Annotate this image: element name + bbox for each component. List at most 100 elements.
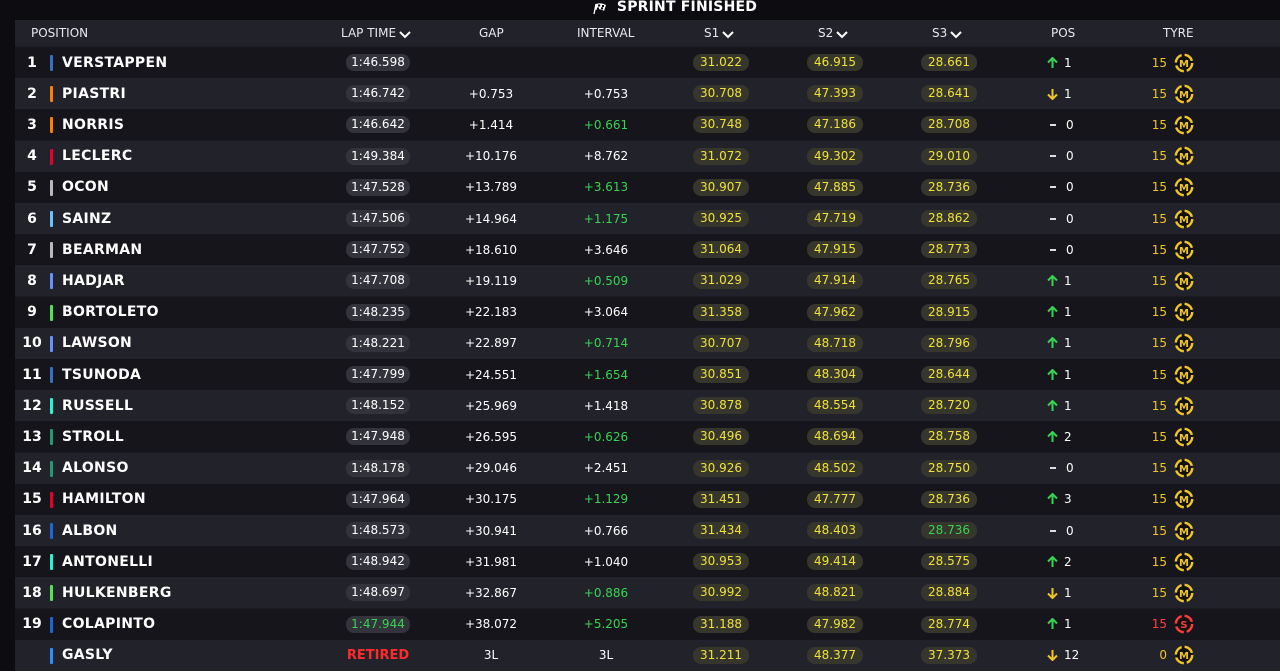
table-row[interactable]: 14 ALONSO 1:48.178 +29.046 +2.451 30.926… [15, 452, 1280, 484]
team-color-bar [50, 304, 53, 321]
positions-change: 2 [1047, 546, 1087, 577]
tyre-laps: 15 [1151, 305, 1167, 320]
medium-tyre-icon: M [1174, 365, 1194, 384]
sector3-value: 28.774 [921, 615, 977, 633]
interval-value: +0.661 [583, 117, 629, 132]
driver-name[interactable]: RUSSELL [62, 390, 133, 421]
team-color-bar [50, 554, 53, 571]
arrow-up-icon [1047, 274, 1058, 286]
driver-name[interactable]: SAINZ [62, 203, 112, 234]
table-row[interactable]: 13 STROLL 1:47.948 +26.595 +0.626 30.496… [15, 421, 1280, 453]
sector3-cell: 29.010 [919, 141, 979, 172]
driver-name[interactable]: BEARMAN [62, 234, 142, 265]
session-title: SPRINT FINISHED [616, 0, 758, 15]
header-interval[interactable]: INTERVAL [577, 26, 634, 40]
driver-name[interactable]: ALONSO [62, 453, 129, 484]
table-row[interactable]: 6 SAINZ 1:47.506 +14.964 +1.175 30.925 4… [15, 203, 1280, 234]
header-position[interactable]: POSITION [31, 26, 88, 40]
table-row[interactable]: 4 LECLERC 1:49.384 +10.176 +8.762 31.072… [15, 140, 1280, 172]
table-row[interactable]: 11 TSUNODA 1:47.799 +24.551 +1.654 30.85… [15, 359, 1280, 390]
sector2-cell: 48.502 [805, 453, 865, 484]
table-row[interactable]: 5 OCON 1:47.528 +13.789 +3.613 30.907 47… [15, 171, 1280, 203]
driver-name[interactable]: LAWSON [62, 328, 132, 359]
sector3-cell: 37.373 [919, 640, 979, 671]
driver-name[interactable]: TSUNODA [62, 359, 141, 390]
team-color-bar [50, 211, 53, 227]
session-status-bar: SPRINT FINISHED [0, 0, 1280, 18]
sector2-value: 46.915 [807, 54, 863, 71]
tyre-cell: 15 S [1145, 609, 1205, 640]
position-number: 4 [27, 148, 37, 165]
sector2-value: 48.304 [807, 366, 863, 383]
header-s2[interactable]: S2 [818, 26, 848, 40]
positions-change: 0 [1047, 515, 1087, 546]
positions-change: 1 [1047, 328, 1087, 359]
driver-name[interactable]: HADJAR [62, 265, 125, 296]
svg-text:M: M [1179, 308, 1189, 319]
tyre-laps: 15 [1151, 398, 1167, 413]
driver-name[interactable]: PIASTRI [62, 78, 126, 109]
lap-time-value: 1:47.752 [346, 241, 410, 259]
lap-time-value: 1:47.944 [346, 615, 410, 633]
table-row[interactable]: 7 BEARMAN 1:47.752 +18.610 +3.646 31.064… [15, 234, 1280, 266]
positions-change-value: 2 [1064, 554, 1072, 569]
sector3-cell: 28.708 [919, 109, 979, 140]
tyre-laps: 15 [1151, 336, 1167, 351]
medium-tyre-icon: M [1174, 84, 1194, 104]
table-row[interactable]: 8 HADJAR 1:47.708 +19.119 +0.509 31.029 … [15, 265, 1280, 297]
lap-time-value: 1:48.697 [346, 584, 410, 602]
header-s3[interactable]: S3 [932, 26, 962, 40]
table-row[interactable]: 9 BORTOLETO 1:48.235 +22.183 +3.064 31.3… [15, 296, 1280, 328]
interval-value: +0.509 [583, 273, 629, 288]
table-row[interactable]: 19 COLAPINTO 1:47.944 +38.072 +5.205 31.… [15, 608, 1280, 640]
driver-name[interactable]: ANTONELLI [62, 546, 153, 577]
table-row[interactable]: 18 HULKENBERG 1:48.697 +32.867 +0.886 30… [15, 577, 1280, 609]
table-row[interactable]: 3 NORRIS 1:46.642 +1.414 +0.661 30.748 4… [15, 109, 1280, 141]
arrow-up-icon [1047, 306, 1058, 318]
table-row[interactable]: 10 LAWSON 1:48.221 +22.897 +0.714 30.707… [15, 327, 1280, 359]
driver-name[interactable]: NORRIS [62, 109, 124, 140]
lap-time-value: 1:48.573 [346, 522, 410, 539]
team-color-bar [50, 523, 53, 539]
sector3-cell: 28.765 [919, 265, 979, 296]
lap-time-value: 1:47.708 [346, 272, 410, 290]
team-color-bar [50, 398, 53, 415]
header-lap-time[interactable]: LAP TIME [341, 26, 411, 40]
tyre-cell: 15 M [1145, 484, 1205, 515]
tyre-laps: 15 [1151, 461, 1167, 476]
sector3-cell: 28.774 [919, 609, 979, 640]
driver-name[interactable]: ALBON [62, 515, 118, 546]
table-row[interactable]: 15 HAMILTON 1:47.964 +30.175 +1.129 31.4… [15, 483, 1280, 515]
sector3-value: 28.758 [921, 428, 977, 446]
header-gap[interactable]: GAP [479, 26, 504, 40]
table-row[interactable]: 17 ANTONELLI 1:48.942 +31.981 +1.040 30.… [15, 546, 1280, 578]
header-pos[interactable]: POS [1051, 26, 1075, 40]
positions-change: 1 [1047, 265, 1087, 296]
sector1-cell: 30.926 [691, 453, 751, 484]
table-row[interactable]: 12 RUSSELL 1:48.152 +25.969 +1.418 30.87… [15, 390, 1280, 422]
header-s1[interactable]: S1 [704, 26, 734, 40]
header-tyre[interactable]: TYRE [1163, 26, 1194, 40]
sector1-value: 31.188 [693, 615, 749, 633]
sector2-cell: 47.719 [805, 203, 865, 234]
driver-name[interactable]: STROLL [62, 421, 124, 452]
driver-name[interactable]: BORTOLETO [62, 297, 159, 328]
tyre-laps: 15 [1151, 211, 1167, 226]
table-row[interactable]: 1 VERSTAPPEN 1:46.598 31.022 46.915 28.6… [15, 47, 1280, 78]
driver-name[interactable]: GASLY [62, 640, 113, 671]
team-color-bar [50, 335, 53, 352]
positions-change-value: 1 [1064, 86, 1072, 101]
driver-name[interactable]: OCON [62, 172, 109, 203]
table-row[interactable]: GASLY RETIRED 3L 3L 31.211 48.377 37.373… [15, 639, 1280, 671]
positions-change-value: 1 [1064, 55, 1072, 70]
driver-name[interactable]: HAMILTON [62, 484, 146, 515]
driver-name[interactable]: HULKENBERG [62, 577, 172, 608]
table-row[interactable]: 16 ALBON 1:48.573 +30.941 +0.766 31.434 … [15, 515, 1280, 546]
arrow-up-icon [1047, 618, 1058, 630]
sector3-cell: 28.796 [919, 328, 979, 359]
lap-time-value: 1:48.235 [346, 303, 410, 321]
table-row[interactable]: 2 PIASTRI 1:46.742 +0.753 +0.753 30.708 … [15, 78, 1280, 110]
driver-name[interactable]: LECLERC [62, 141, 132, 172]
driver-name[interactable]: VERSTAPPEN [62, 47, 167, 78]
driver-name[interactable]: COLAPINTO [62, 609, 155, 640]
